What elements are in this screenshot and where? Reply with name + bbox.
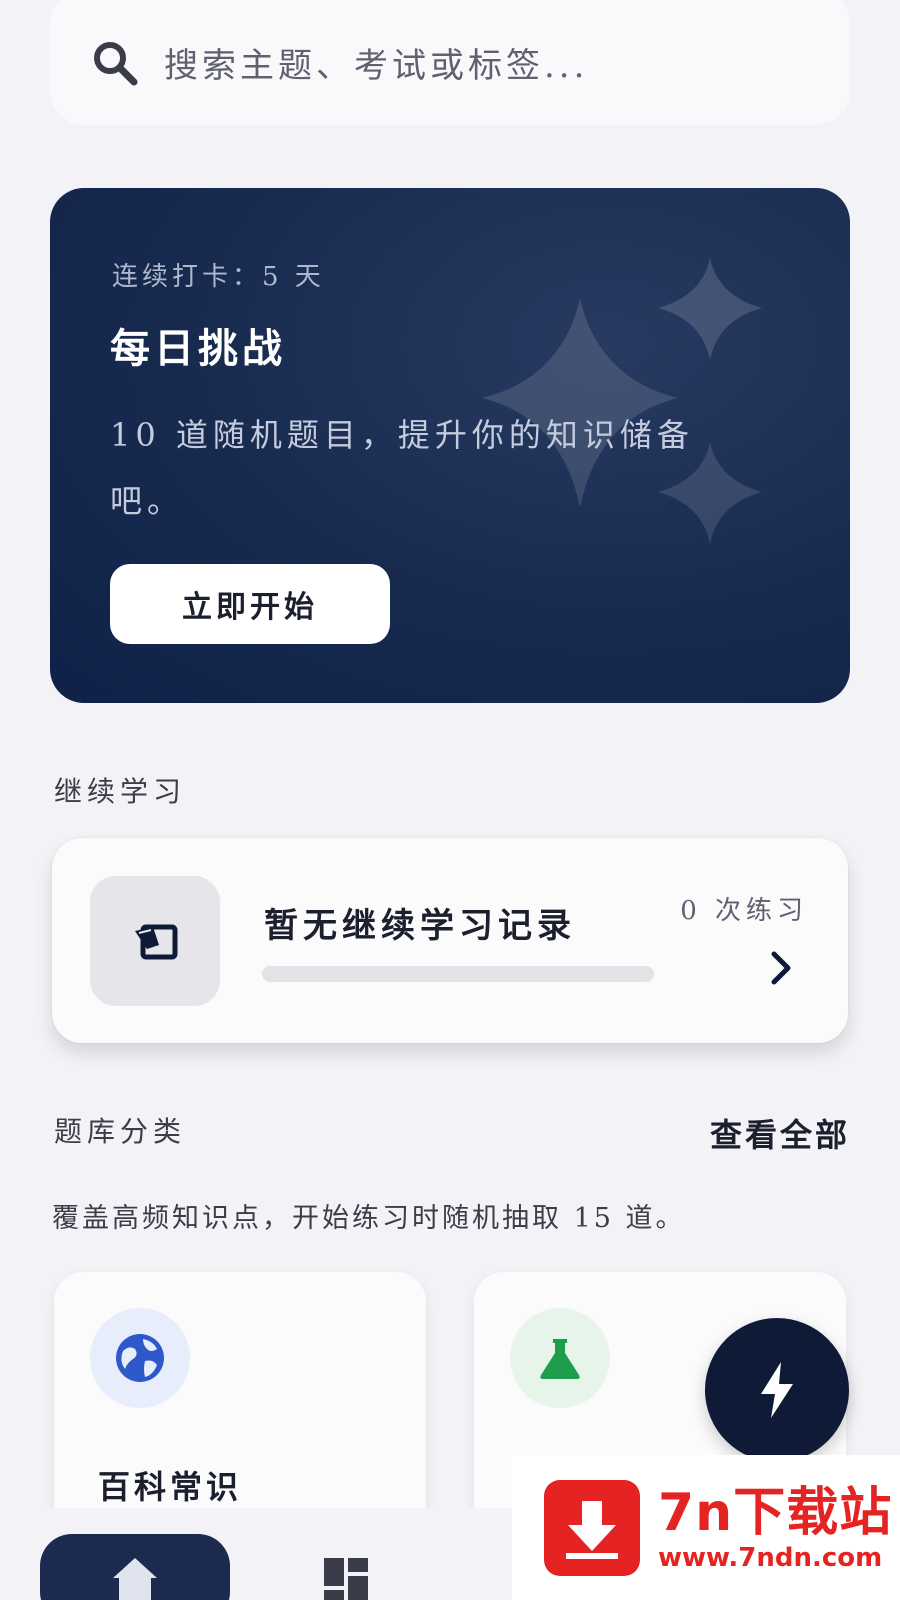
streak-label: 连续打卡：5 天: [112, 262, 325, 292]
continue-icon-box: [90, 876, 220, 1006]
category-name: 百科常识: [98, 1468, 243, 1506]
challenge-description: 10 道随机题目，提升你的知识储备吧。: [110, 416, 694, 520]
practice-count: 0 次练习: [680, 896, 808, 926]
challenge-title: 每日挑战: [110, 325, 286, 372]
edit-note-icon: [135, 924, 178, 960]
watermark: 7n下载站 www.7ndn.com: [512, 1455, 900, 1600]
lightning-icon: [761, 1362, 793, 1418]
nav-home[interactable]: [40, 1534, 230, 1600]
daily-challenge-card: 连续打卡：5 天 每日挑战 10 道随机题目，提升你的知识储备吧。 立即开始: [50, 188, 850, 703]
start-now-button[interactable]: 立即开始: [110, 564, 390, 644]
categories-heading: 题库分类: [54, 1115, 187, 1148]
home-icon: [113, 1558, 157, 1600]
view-all-link[interactable]: 查看全部: [710, 1110, 850, 1156]
flask-icon: [540, 1339, 580, 1379]
continue-learning-card[interactable]: 暂无继续学习记录 0 次练习: [52, 838, 848, 1043]
globe-icon: [116, 1334, 164, 1382]
continue-learning-heading: 继续学习: [54, 775, 187, 808]
categories-icon[interactable]: [322, 1556, 370, 1600]
search-input[interactable]: 搜索主题、考试或标签...: [164, 38, 588, 87]
watermark-title: 7n下载站: [658, 1482, 893, 1543]
progress-bar: [262, 966, 654, 982]
watermark-url: www.7ndn.com: [658, 1542, 883, 1573]
search-bar[interactable]: 搜索主题、考试或标签...: [50, 0, 850, 125]
search-icon: [94, 41, 138, 85]
continue-record-title: 暂无继续学习记录: [264, 906, 576, 946]
chevron-right-icon[interactable]: [768, 948, 794, 988]
quick-start-fab[interactable]: [705, 1318, 849, 1462]
category-icon-circle: [90, 1308, 190, 1408]
categories-description: 覆盖高频知识点，开始练习时随机抽取 15 道。: [52, 1203, 686, 1234]
download-arrow-icon: [544, 1479, 640, 1576]
category-icon-circle: [510, 1308, 610, 1408]
